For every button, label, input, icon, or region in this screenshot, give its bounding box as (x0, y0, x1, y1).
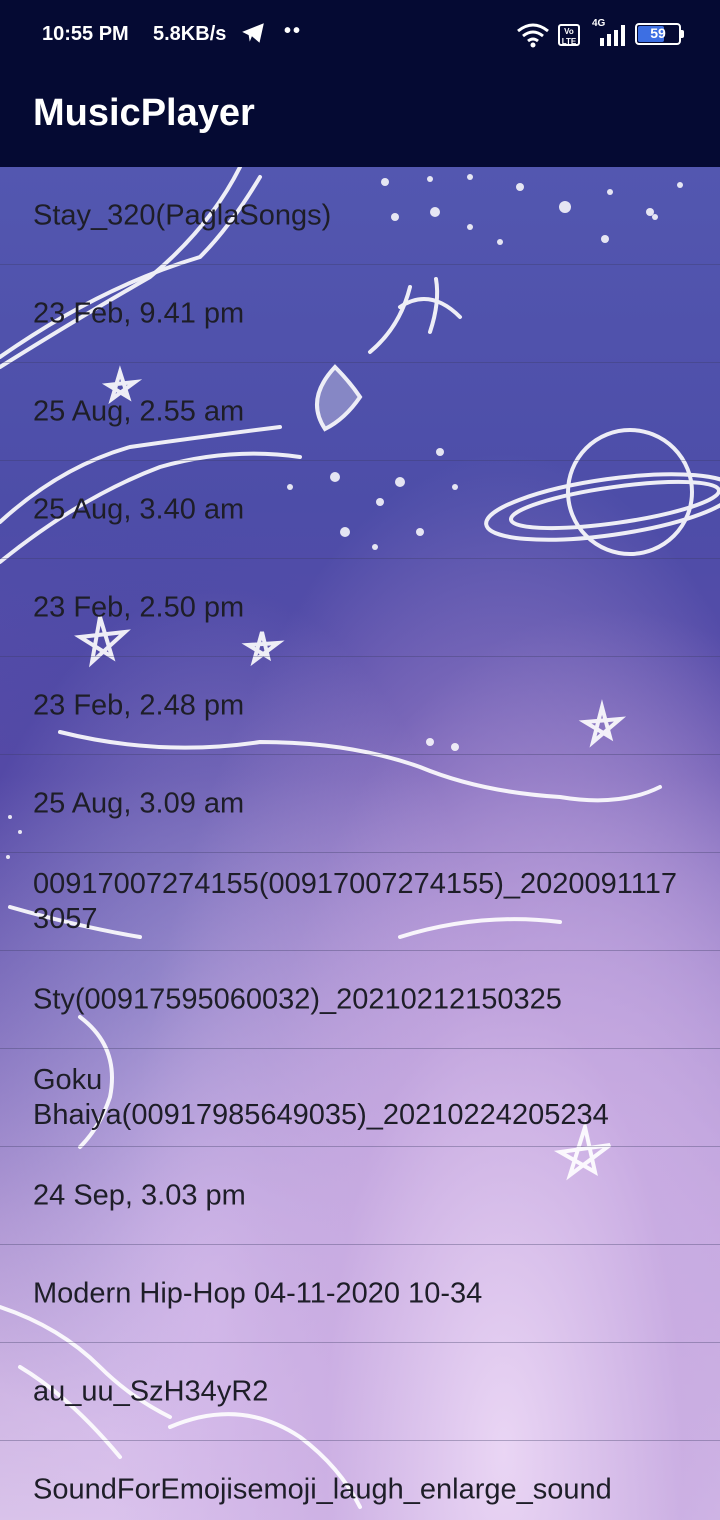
telegram-icon (242, 23, 264, 43)
track-item[interactable]: Stay_320(PaglaSongs) (0, 167, 720, 265)
track-item[interactable]: 25 Aug, 3.40 am (0, 461, 720, 559)
app-bar: MusicPlayer (0, 68, 720, 167)
track-title: 00917007274155(00917007274155)_202009111… (33, 867, 678, 935)
track-item[interactable]: Sty(00917595060032)_20210212150325 (0, 951, 720, 1049)
track-title: Modern Hip-Hop 04-11-2020 10-34 (33, 1277, 483, 1309)
track-list: Stay_320(PaglaSongs) 23 Feb, 9.41 pm 25 … (0, 167, 720, 1520)
track-list-container[interactable]: Stay_320(PaglaSongs) 23 Feb, 9.41 pm 25 … (0, 167, 720, 1520)
track-title: 25 Aug, 2.55 am (33, 395, 245, 427)
track-title: 25 Aug, 3.40 am (33, 493, 245, 525)
battery-icon: 59 (635, 23, 685, 47)
track-item[interactable]: 25 Aug, 2.55 am (0, 363, 720, 461)
track-item[interactable]: Modern Hip-Hop 04-11-2020 10-34 (0, 1245, 720, 1343)
track-title: 25 Aug, 3.09 am (33, 787, 245, 819)
status-bar: 10:55 PM 5.8KB/s •• Vo LTE 4G 59 (0, 0, 720, 68)
track-title: SoundForEmojisemoji_laugh_enlarge_sound (33, 1473, 612, 1505)
app-title: MusicPlayer (33, 92, 255, 134)
track-item[interactable]: Goku Bhaiya(00917985649035)_202102242052… (0, 1049, 720, 1147)
track-title: 23 Feb, 2.48 pm (33, 689, 245, 721)
more-notifications-icon: •• (284, 20, 303, 42)
track-item[interactable]: 23 Feb, 9.41 pm (0, 265, 720, 363)
track-title: 23 Feb, 9.41 pm (33, 297, 245, 329)
volte-icon: Vo LTE (558, 24, 580, 46)
battery-level: 59 (650, 25, 666, 41)
track-title: Goku Bhaiya(00917985649035)_202102242052… (33, 1063, 609, 1131)
status-time: 10:55 PM (42, 23, 129, 45)
track-item[interactable]: 23 Feb, 2.48 pm (0, 657, 720, 755)
network-speed: 5.8KB/s (153, 23, 227, 45)
track-item[interactable]: SoundForEmojisemoji_laugh_enlarge_sound (0, 1441, 720, 1520)
track-title: Stay_320(PaglaSongs) (33, 199, 332, 231)
track-title: 24 Sep, 3.03 pm (33, 1179, 246, 1211)
wifi-icon (517, 23, 549, 48)
track-item[interactable]: au_uu_SzH34yR2 (0, 1343, 720, 1441)
track-item[interactable]: 24 Sep, 3.03 pm (0, 1147, 720, 1245)
track-title: au_uu_SzH34yR2 (33, 1375, 269, 1407)
track-title: 23 Feb, 2.50 pm (33, 591, 245, 623)
track-item[interactable]: 25 Aug, 3.09 am (0, 755, 720, 853)
track-title: Sty(00917595060032)_20210212150325 (33, 983, 562, 1015)
track-item[interactable]: 23 Feb, 2.50 pm (0, 559, 720, 657)
signal-icon: 4G (592, 18, 630, 46)
track-item[interactable]: 00917007274155(00917007274155)_202009111… (0, 853, 720, 951)
